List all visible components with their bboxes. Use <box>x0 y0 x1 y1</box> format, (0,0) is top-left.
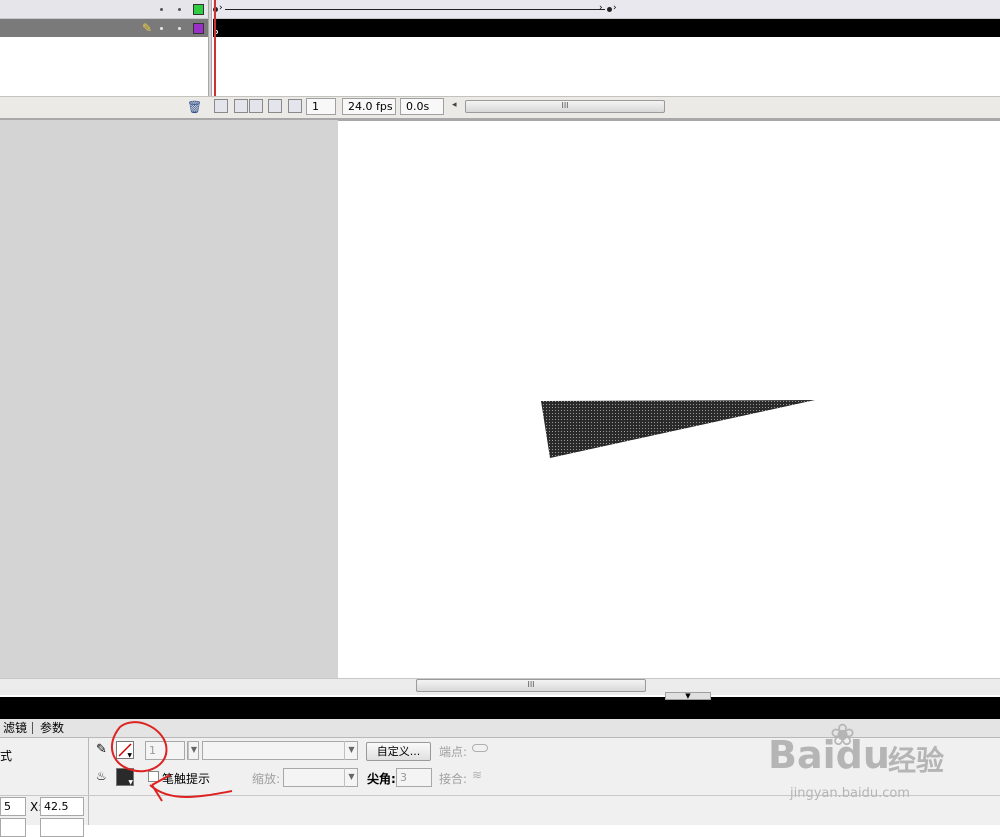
selected-triangle-shape[interactable] <box>541 400 815 458</box>
pasteboard <box>0 120 338 678</box>
delete-layer-icon[interactable]: 🗑 <box>187 100 202 114</box>
tween-line <box>225 9 605 10</box>
layer-visibility-dot[interactable] <box>160 27 163 30</box>
onion-skin-outlines-icon[interactable] <box>249 99 263 113</box>
panel-column-divider <box>88 738 89 825</box>
tween-arrow-icon: › <box>219 3 223 13</box>
panel-left-label: 式 <box>0 749 13 763</box>
frame-rate-field[interactable]: 24.0 fps <box>342 98 396 115</box>
layer-row-1[interactable] <box>0 0 208 19</box>
watermark-url: jingyan.baidu.com <box>790 786 910 801</box>
tween-arrow-icon: › <box>599 3 603 13</box>
stage-canvas[interactable] <box>338 121 1000 678</box>
collapse-panel-arrow-icon[interactable]: ▼ <box>665 692 711 700</box>
current-frame-field: 1 <box>306 98 336 115</box>
join-style-icon[interactable]: ≋ <box>472 768 482 782</box>
custom-stroke-button[interactable]: 自定义... <box>366 742 431 761</box>
frames-row-2-selected[interactable] <box>213 19 1000 37</box>
join-label: 接合: <box>439 772 468 786</box>
frames-row-1[interactable]: › › › <box>213 0 1000 19</box>
tab-parameters[interactable]: 参数 <box>40 719 64 737</box>
modify-onion-markers-icon[interactable] <box>288 99 302 113</box>
tab-filters[interactable]: 滤镜 <box>3 719 27 737</box>
edit-multiple-frames-icon[interactable] <box>268 99 282 113</box>
x-position-field[interactable]: 42.5 <box>40 797 84 816</box>
elapsed-time-field: 0.0s <box>400 98 444 115</box>
layer-lock-dot[interactable] <box>178 27 181 30</box>
layer-outline-color-swatch[interactable] <box>193 4 204 15</box>
miter-field[interactable]: 3 <box>396 768 432 787</box>
tween-arrow-icon: › <box>613 3 617 13</box>
miter-label: 尖角: <box>367 772 396 786</box>
keyframe[interactable] <box>607 7 612 12</box>
layer-row-2-selected[interactable]: ✎ <box>0 19 208 37</box>
chevron-down-icon: ▼ <box>344 741 358 760</box>
scroll-left-arrow-icon[interactable]: ◂ <box>452 100 457 110</box>
layer-outline-color-swatch[interactable] <box>193 23 204 34</box>
onion-skin-icon[interactable] <box>234 99 248 113</box>
width-field[interactable]: 5 <box>0 797 26 816</box>
tab-separator <box>32 722 33 734</box>
red-annotation-marks <box>111 721 233 802</box>
scale-label: 缩放: <box>252 772 281 786</box>
height-field[interactable] <box>0 818 26 837</box>
stage-horizontal-scrollbar[interactable]: III <box>416 679 646 692</box>
y-position-field[interactable] <box>40 818 84 837</box>
watermark-brand: Baidu <box>768 733 890 777</box>
chevron-down-icon: ▼ <box>344 768 358 787</box>
layer-lock-dot[interactable] <box>178 8 181 11</box>
cap-style-icon[interactable] <box>472 744 488 752</box>
center-frame-icon[interactable] <box>214 99 228 113</box>
pencil-icon: ✎ <box>142 21 153 35</box>
paw-icon: ❀ <box>830 718 856 753</box>
timeline-horizontal-scrollbar[interactable]: III <box>465 100 665 113</box>
drawing-layer <box>541 400 815 458</box>
cap-label: 端点: <box>439 745 468 759</box>
watermark-suffix: 经验 <box>888 744 945 777</box>
layer-visibility-dot[interactable] <box>160 8 163 11</box>
scale-dropdown[interactable]: ▼ <box>283 768 358 787</box>
